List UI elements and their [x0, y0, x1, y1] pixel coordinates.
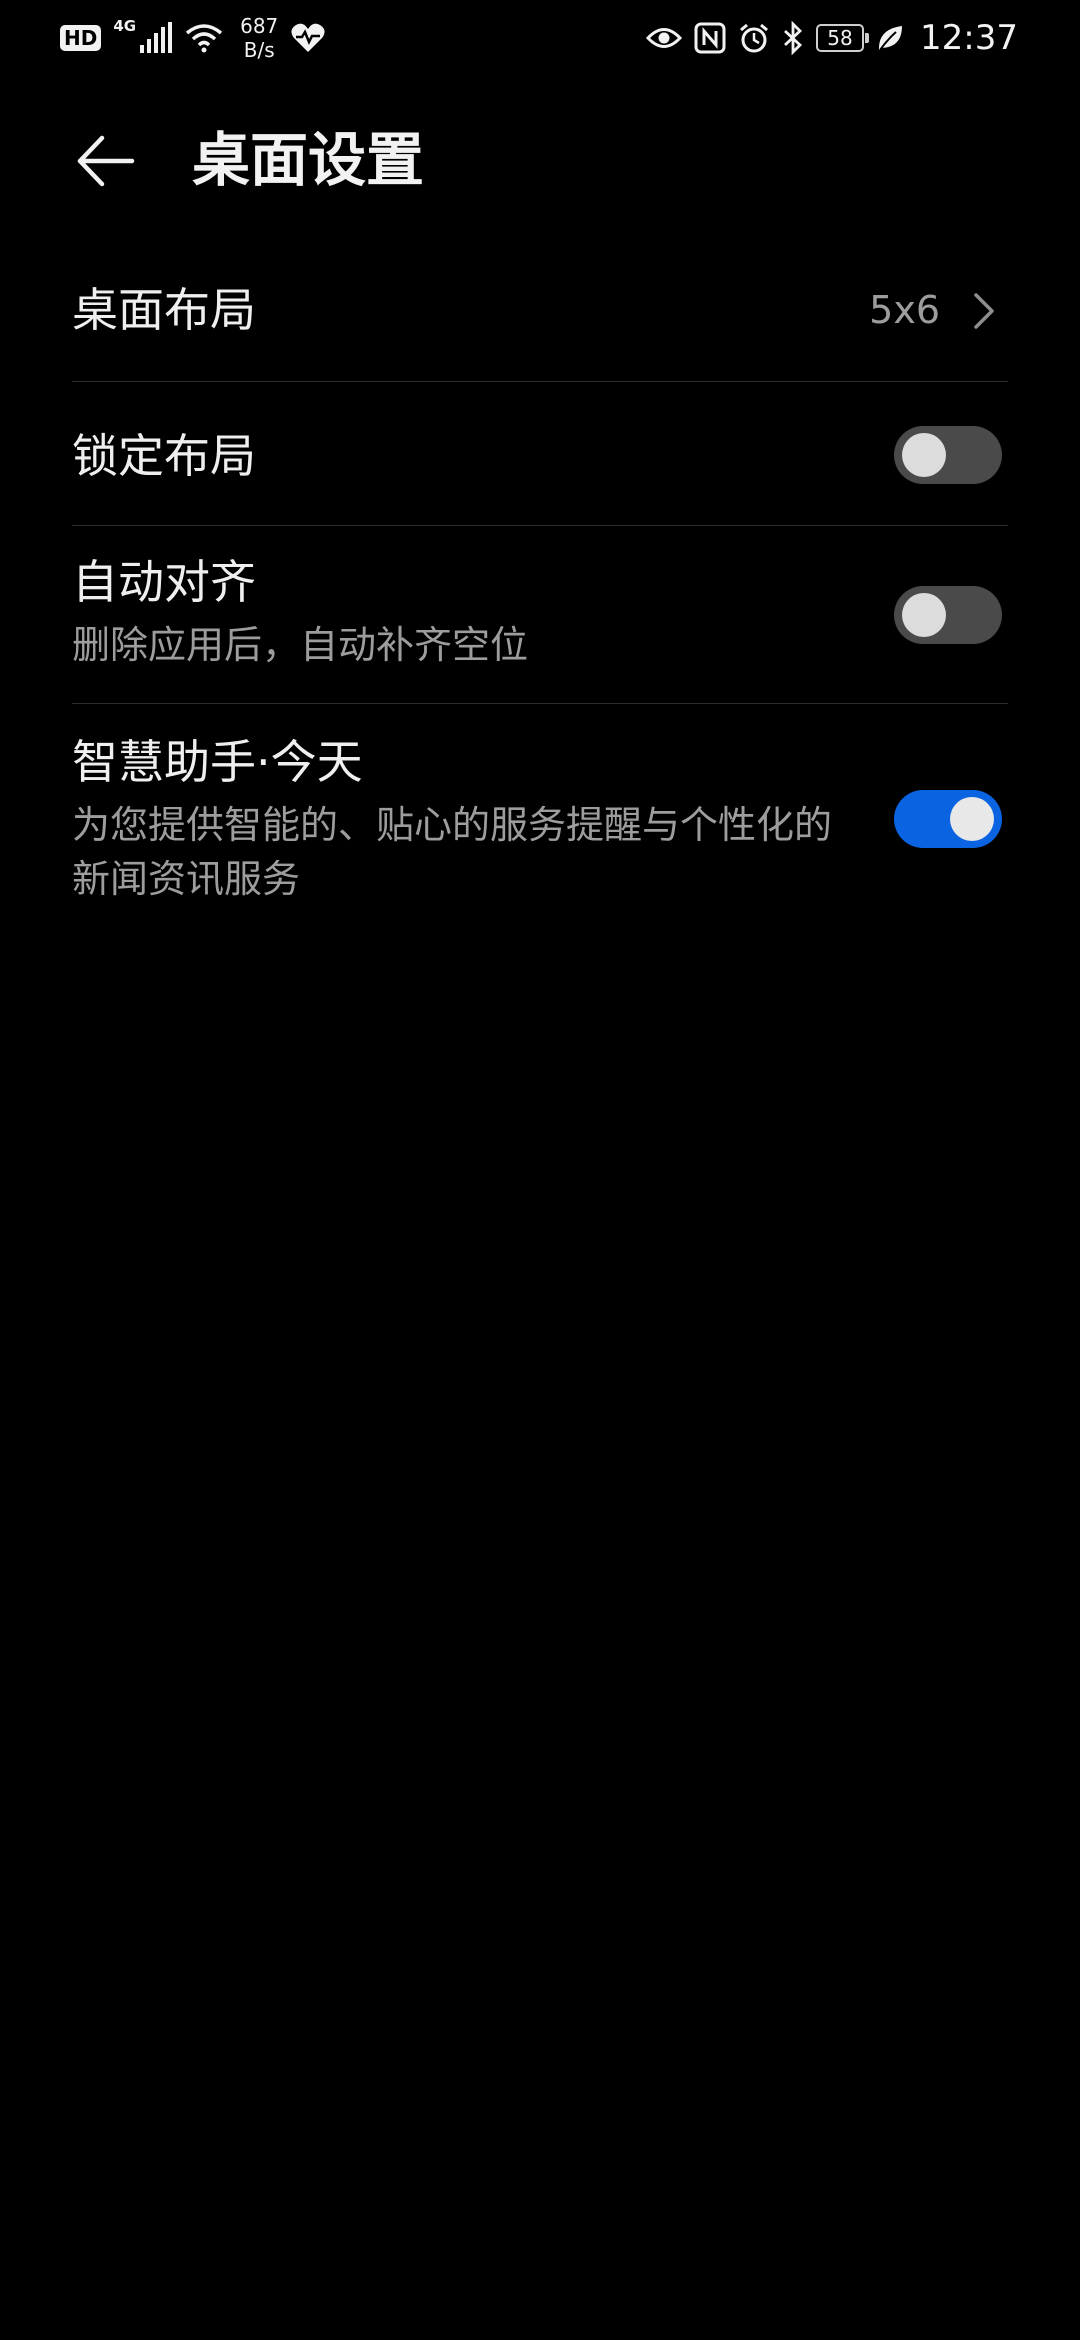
setting-subtitle: 为您提供智能的、贴心的服务提醒与个性化的新闻资讯服务: [72, 803, 833, 901]
smart-assistant-toggle[interactable]: [894, 790, 1002, 848]
setting-lock-layout[interactable]: 锁定布局: [72, 382, 1008, 526]
battery-icon: 58: [816, 24, 870, 52]
chevron-right-icon: [974, 293, 994, 329]
status-bar-left: HD 4G 687 B/s: [60, 0, 326, 76]
status-bar-right: 58 12:37: [646, 0, 1018, 76]
status-time: 12:37: [920, 18, 1018, 58]
eye-icon: [646, 28, 683, 48]
leaf-icon: [878, 26, 903, 51]
battery-level: 58: [827, 26, 853, 50]
bluetooth-icon: [784, 21, 803, 55]
toggle-knob: [902, 433, 946, 477]
network-speed: 687 B/s: [240, 14, 278, 62]
signal-icon: [140, 22, 173, 53]
alarm-icon: [740, 23, 768, 53]
setting-auto-align[interactable]: 自动对齐 删除应用后，自动补齐空位: [72, 526, 1008, 704]
toggle-knob: [950, 797, 994, 841]
setting-text-group: 智慧助手·今天 为您提供智能的、贴心的服务提醒与个性化的新闻资讯服务: [72, 732, 842, 906]
page-title: 桌面设置: [192, 126, 425, 194]
setting-desktop-layout[interactable]: 桌面布局 5x6: [72, 240, 1008, 382]
desktop-layout-value: 5x6: [869, 288, 940, 332]
network-speed-value: 687: [240, 14, 279, 38]
settings-list: 桌面布局 5x6 锁定布局 自动对齐 删除应用后，自动补齐空位 智慧助手·今天 …: [72, 240, 1008, 934]
auto-align-toggle[interactable]: [894, 586, 1002, 644]
setting-title: 自动对齐: [72, 555, 256, 609]
status-bar: HD 4G 687 B/s 58 12:37: [0, 0, 1080, 76]
setting-subtitle: 删除应用后，自动补齐空位: [72, 623, 529, 667]
network-type-label: 4G: [113, 17, 137, 35]
app-header: 桌面设置: [0, 110, 1080, 210]
nfc-icon: [694, 22, 726, 54]
back-arrow-icon[interactable]: [72, 128, 138, 194]
heart-rate-icon: [291, 23, 325, 52]
network-speed-unit: B/s: [243, 38, 275, 62]
toggle-knob: [902, 593, 946, 637]
setting-title: 锁定布局: [72, 429, 256, 483]
setting-title: 智慧助手·今天: [72, 735, 363, 789]
setting-title: 桌面布局: [72, 283, 256, 337]
lock-layout-toggle[interactable]: [894, 426, 1002, 484]
hd-icon: HD: [60, 25, 102, 51]
setting-text-group: 自动对齐 删除应用后，自动补齐空位: [72, 552, 852, 672]
wifi-icon: [185, 24, 223, 53]
setting-smart-assistant[interactable]: 智慧助手·今天 为您提供智能的、贴心的服务提醒与个性化的新闻资讯服务: [72, 704, 1008, 934]
